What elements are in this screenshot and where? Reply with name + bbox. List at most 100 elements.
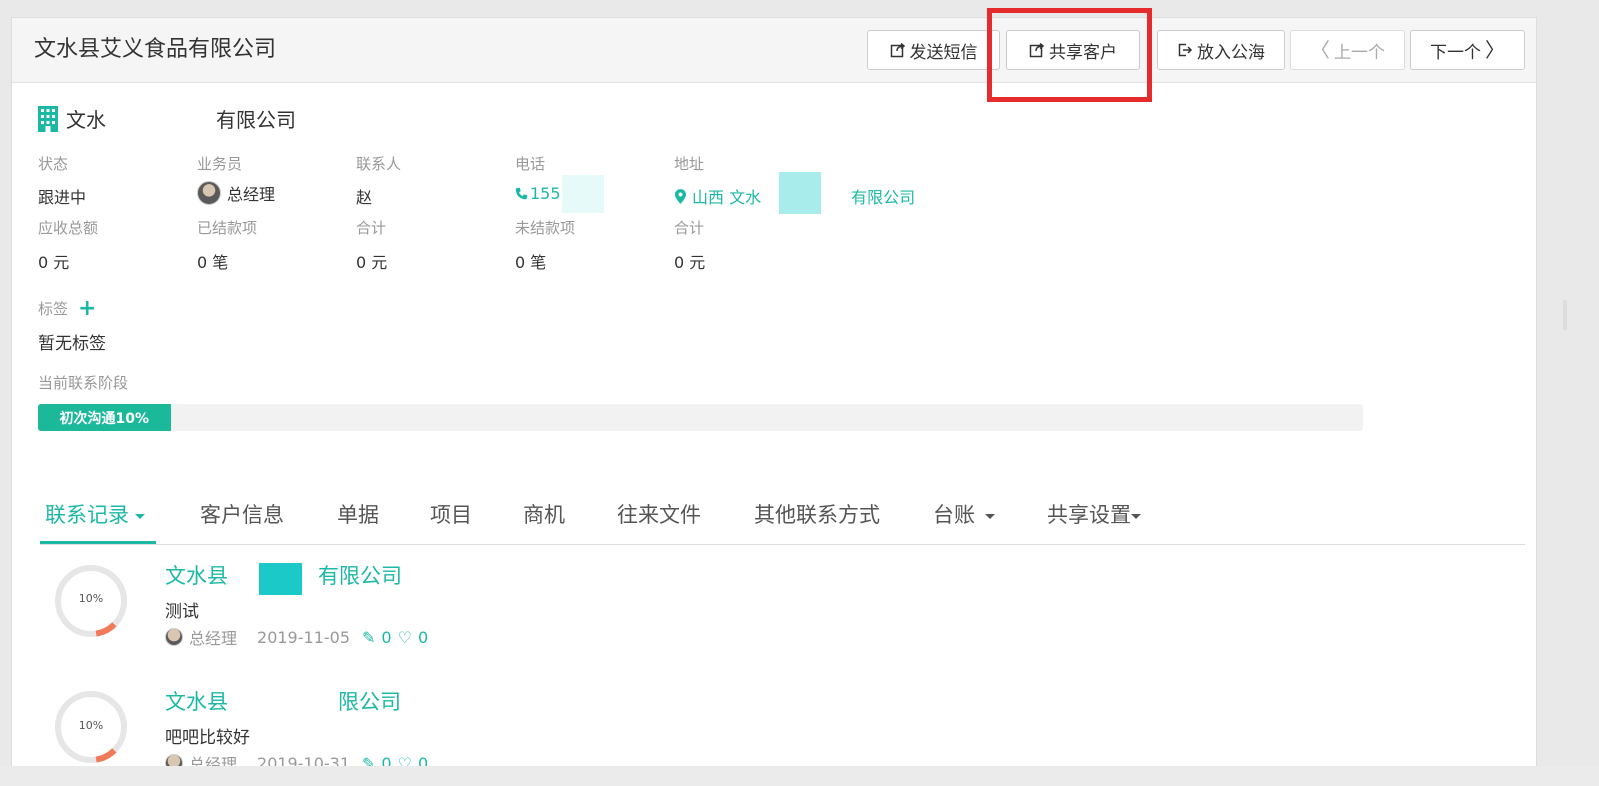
contact-label: 联系人 [356, 155, 402, 173]
edit-icon[interactable]: ✎ [362, 754, 375, 767]
caret-down-icon [985, 513, 995, 519]
tab-documents[interactable]: 单据 [337, 496, 379, 534]
tab-contact-records[interactable]: 联系记录 [45, 496, 145, 534]
share-customer-label: 共享客户 [1049, 42, 1117, 63]
active-tab-underline [40, 541, 156, 544]
phone-number: 155 [530, 184, 561, 203]
tab-bar: 联系记录 客户信息 单据 项目 商机 往来文件 其他联系方式 台账 共享设置 [40, 496, 1525, 545]
record-title-part1: 文水县 [165, 690, 228, 714]
record-title-part2: 限公司 [338, 690, 401, 714]
progress-ring-label: 10% [78, 592, 104, 605]
map-marker-icon [675, 188, 686, 204]
like-count: 0 [417, 627, 429, 647]
unsettled-value: 0 笔 [515, 253, 547, 272]
record-title-link[interactable]: 文水县 限公司 [165, 686, 401, 716]
tab-label: 单据 [337, 503, 379, 527]
salesperson-name: 总经理 [227, 185, 276, 204]
tab-files[interactable]: 往来文件 [617, 496, 701, 534]
tab-customer-info[interactable]: 客户信息 [200, 496, 284, 534]
record-owner: 总经理 [189, 629, 238, 648]
customer-name-part1: 文水 [66, 108, 106, 132]
next-label: 下一个 [1430, 42, 1481, 63]
record-date: 2019-10-31 [257, 753, 350, 767]
share-icon [1029, 42, 1045, 58]
tab-label: 共享设置 [1047, 503, 1131, 527]
tab-label: 台账 [933, 503, 975, 527]
tab-label: 商机 [523, 503, 565, 527]
caret-down-icon [1131, 513, 1141, 519]
tags-label-row: 标签 + [38, 297, 96, 319]
sum2-label: 合计 [674, 219, 705, 237]
tab-share-settings[interactable]: 共享设置 [1047, 496, 1141, 534]
comment-count: 0 [381, 627, 392, 647]
record-description: 测试 [165, 602, 199, 622]
bottom-strip [0, 766, 1599, 786]
tab-label: 往来文件 [617, 503, 701, 527]
tab-opportunities[interactable]: 商机 [523, 496, 565, 534]
public-pool-label: 放入公海 [1197, 42, 1265, 63]
redaction-mask [259, 563, 302, 595]
status-value: 跟进中 [38, 188, 87, 207]
settled-label: 已结款项 [197, 219, 258, 237]
caret-down-icon [135, 513, 145, 519]
tab-other-contacts[interactable]: 其他联系方式 [754, 496, 880, 534]
send-sms-button[interactable]: 发送短信 [867, 30, 1000, 70]
chevron-left-icon: 〈 [1310, 38, 1330, 62]
address-label: 地址 [674, 155, 705, 173]
share-icon [890, 42, 905, 58]
settled-value: 0 笔 [197, 253, 229, 272]
page-title: 文水县艾义食品有限公司 [34, 37, 277, 62]
like-count: 0 [417, 753, 429, 767]
tab-label: 其他联系方式 [754, 503, 880, 527]
sum1-value: 0 元 [356, 253, 388, 272]
sign-out-icon [1178, 43, 1193, 57]
avatar [165, 628, 183, 646]
receivable-label: 应收总额 [38, 219, 99, 237]
customer-detail-panel: 文水县艾义食品有限公司 发送短信 共享客户 放入公海 〈 上一个 下一个 〉 文… [11, 17, 1537, 767]
receivable-value: 0 元 [38, 253, 70, 272]
record-title-part1: 文水县 [165, 564, 228, 588]
record-description: 吧吧比较好 [165, 728, 250, 748]
customer-name-row: 文水 有限公司 [38, 104, 296, 133]
redaction-mask [779, 172, 821, 214]
add-tag-icon[interactable]: + [78, 297, 96, 319]
scrollbar[interactable] [1563, 300, 1567, 330]
heart-icon[interactable]: ♡ [398, 754, 412, 767]
move-to-public-pool-button[interactable]: 放入公海 [1157, 30, 1285, 70]
record-date: 2019-11-05 [257, 627, 350, 647]
sum2-value: 0 元 [674, 253, 706, 272]
prev-button[interactable]: 〈 上一个 [1290, 30, 1405, 70]
avatar [197, 181, 221, 205]
share-customer-button[interactable]: 共享客户 [1006, 30, 1140, 70]
phone-link[interactable]: 155 [515, 184, 561, 203]
tags-label: 标签 [38, 300, 69, 318]
building-icon [38, 105, 58, 132]
phone-label: 电话 [515, 155, 546, 173]
next-button[interactable]: 下一个 〉 [1410, 30, 1525, 70]
prev-label: 上一个 [1334, 42, 1385, 63]
chevron-right-icon: 〉 [1485, 38, 1505, 62]
salesperson-label: 业务员 [197, 155, 243, 173]
record-owner: 总经理 [189, 755, 238, 767]
tab-projects[interactable]: 项目 [430, 496, 472, 534]
unsettled-label: 未结款项 [515, 219, 576, 237]
header-bar: 文水县艾义食品有限公司 发送短信 共享客户 放入公海 〈 上一个 下一个 〉 [12, 18, 1536, 83]
tab-label: 客户信息 [200, 503, 284, 527]
customer-name-part2: 有限公司 [216, 108, 296, 132]
stage-progress-fill: 初次沟通10% [38, 404, 171, 431]
record-meta: 总经理 2019-10-31 ✎ 0 ♡ 0 [165, 751, 429, 767]
stage-label: 当前联系阶段 [38, 374, 129, 392]
salesperson-value: 总经理 [197, 181, 275, 205]
tags-empty-text: 暂无标签 [38, 334, 106, 354]
address-part2: 有限公司 [851, 188, 916, 207]
tab-ledger[interactable]: 台账 [933, 496, 995, 534]
heart-icon[interactable]: ♡ [398, 628, 412, 647]
phone-icon [515, 187, 528, 200]
status-label: 状态 [38, 155, 69, 173]
stage-progress-track: 初次沟通10% [38, 404, 1363, 431]
contact-value: 赵 [356, 188, 373, 207]
record-meta: 总经理 2019-11-05 ✎ 0 ♡ 0 [165, 625, 428, 649]
record-title-part2: 有限公司 [318, 564, 402, 588]
edit-icon[interactable]: ✎ [362, 628, 375, 647]
address-part1: 山西 文水 [692, 188, 762, 207]
